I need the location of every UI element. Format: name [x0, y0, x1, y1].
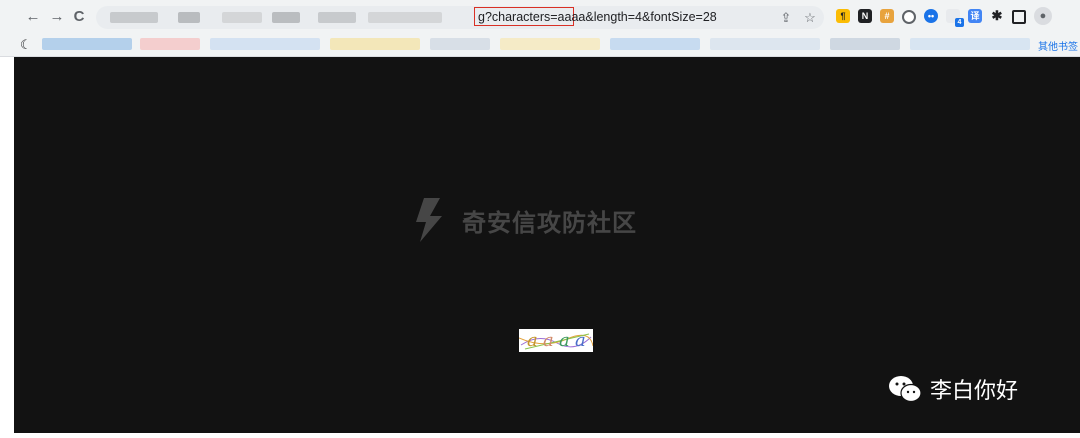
- watermark: 奇安信攻防社区: [410, 195, 637, 245]
- blurred-bookmark[interactable]: [610, 38, 700, 50]
- extensions-puzzle-icon[interactable]: ✱: [990, 9, 1004, 23]
- captcha-char: a: [559, 330, 570, 351]
- blurred-bookmark[interactable]: [710, 38, 820, 50]
- blurred-bookmark[interactable]: [430, 38, 490, 50]
- url-text[interactable]: g?characters=aaaa&length=4&fontSize=28: [478, 10, 717, 24]
- blurred-bookmark[interactable]: [330, 38, 420, 50]
- address-bar[interactable]: g?characters=aaaa&length=4&fontSize=28 ⇪…: [96, 6, 824, 29]
- moon-icon[interactable]: ☾: [20, 37, 32, 53]
- forward-button[interactable]: →: [48, 8, 66, 26]
- blurred-url-part: [368, 12, 442, 23]
- profile-icon[interactable]: ●: [1034, 7, 1052, 25]
- browser-toolbar: ← → C g?characters=aaaa&length=4&fontSiz…: [0, 0, 1080, 34]
- puzzle-badge-icon[interactable]: 4: [946, 9, 964, 27]
- wechat-icon: [889, 376, 922, 403]
- bookmark-star-icon[interactable]: ☆: [802, 10, 818, 26]
- back-button[interactable]: ←: [24, 8, 42, 26]
- eyes-icon[interactable]: ••: [924, 9, 938, 23]
- blurred-bookmark[interactable]: [42, 38, 132, 50]
- captcha-char: a: [575, 330, 586, 351]
- bookmarks-bar: ☾ 其他书签: [0, 34, 1080, 57]
- lightning-logo-icon: [416, 198, 442, 242]
- captcha-char: a: [543, 330, 554, 351]
- blurred-bookmark[interactable]: [500, 38, 600, 50]
- window-icon[interactable]: [1012, 10, 1026, 24]
- blurred-url-part: [222, 12, 262, 23]
- blurred-bookmark[interactable]: [140, 38, 200, 50]
- n-extension-icon[interactable]: N: [858, 9, 872, 23]
- blurred-bookmark[interactable]: [210, 38, 320, 50]
- circle-icon[interactable]: [902, 10, 916, 24]
- reload-button[interactable]: C: [70, 8, 88, 26]
- wechat-account-name: 李白你好: [930, 378, 1019, 403]
- blurred-url-part: [318, 12, 356, 23]
- paragraph-icon[interactable]: ¶: [836, 9, 850, 23]
- blurred-bookmark[interactable]: [910, 38, 1030, 50]
- translate-icon[interactable]: 译: [968, 9, 982, 23]
- share-icon[interactable]: ⇪: [778, 10, 794, 26]
- captcha-char: a: [527, 330, 538, 351]
- extension-badge: 4: [955, 18, 964, 27]
- blurred-url-part: [178, 12, 200, 23]
- wechat-watermark: 李白你好: [888, 373, 1018, 405]
- blurred-url-part: [272, 12, 300, 23]
- blurred-bookmark[interactable]: [830, 38, 900, 50]
- slack-like-icon[interactable]: #: [880, 9, 894, 23]
- other-bookmarks[interactable]: 其他书签: [1038, 38, 1078, 53]
- captcha-image[interactable]: a a a a: [519, 329, 593, 352]
- blurred-url-part: [110, 12, 158, 23]
- watermark-text: 奇安信攻防社区: [462, 209, 637, 237]
